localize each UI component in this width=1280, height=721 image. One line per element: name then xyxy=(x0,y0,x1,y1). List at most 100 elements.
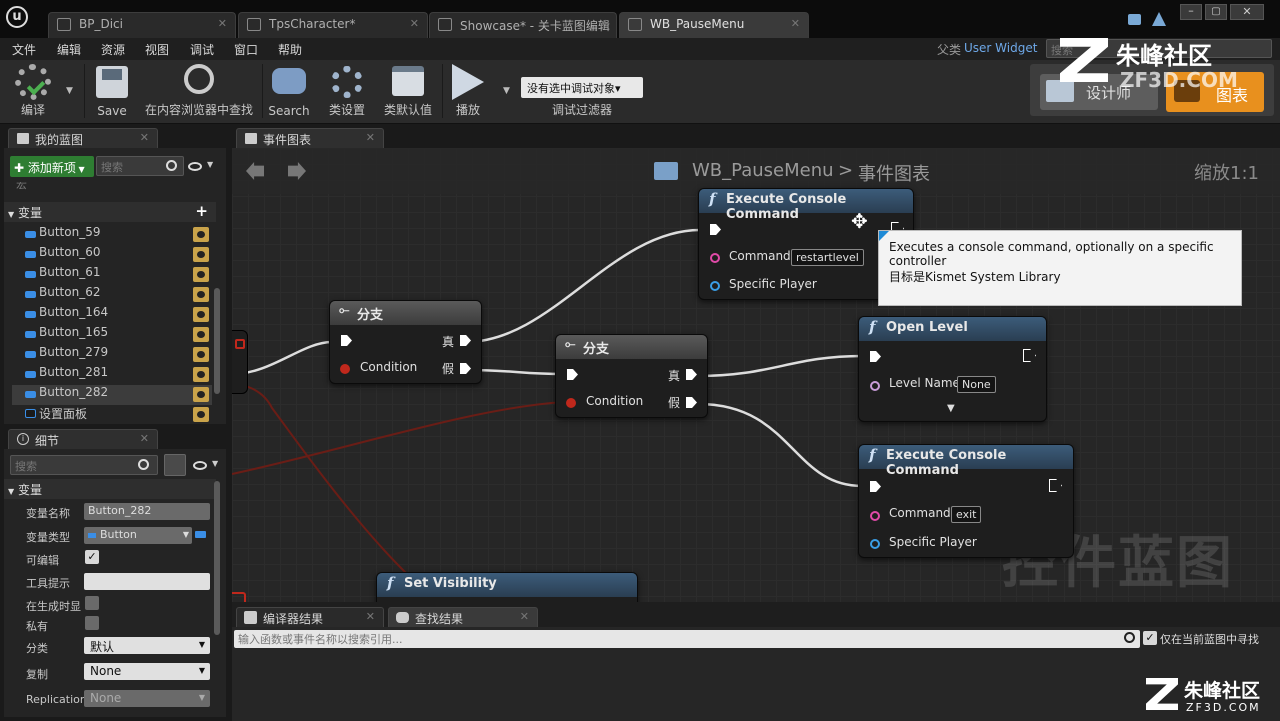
graph-canvas[interactable]: WB_PauseMenu > 事件图表 缩放1:1 控件蓝图 ⟜ 分支 Condi… xyxy=(232,148,1280,602)
false-exec-pin[interactable] xyxy=(460,363,471,374)
category-select[interactable]: 默认 ▼ xyxy=(84,637,210,654)
exec-in-pin[interactable] xyxy=(870,351,881,362)
eye-icon[interactable] xyxy=(193,407,209,422)
expose-on-spawn-checkbox[interactable] xyxy=(85,596,99,610)
command-pin[interactable] xyxy=(710,253,720,263)
eye-icon[interactable] xyxy=(193,347,209,362)
variable-row[interactable]: Button_62 xyxy=(12,285,212,305)
menu-asset[interactable]: 资源 xyxy=(101,41,125,58)
compile-dropdown[interactable]: ▼ xyxy=(66,86,73,96)
scrollbar[interactable] xyxy=(214,481,220,635)
expand-arrow-icon[interactable]: ▼ xyxy=(947,403,955,414)
notification-icon[interactable] xyxy=(1152,12,1166,26)
tab-find-results[interactable]: 查找结果 ✕ xyxy=(388,607,538,627)
chevron-down-icon[interactable]: ▼ xyxy=(207,160,213,169)
variable-row[interactable]: Button_60 xyxy=(12,245,212,265)
tab-bp-dici[interactable]: BP_Dici ✕ xyxy=(48,12,236,38)
eye-icon[interactable] xyxy=(193,367,209,382)
add-new-button[interactable]: ✚ 添加新项 ▼ xyxy=(10,156,94,177)
variable-row[interactable]: 设置面板 xyxy=(12,405,212,423)
close-window-button[interactable]: ✕ xyxy=(1230,4,1264,20)
close-icon[interactable]: ✕ xyxy=(140,432,149,445)
menu-file[interactable]: 文件 xyxy=(12,41,36,58)
play-dropdown[interactable]: ▼ xyxy=(503,86,510,96)
replication-condition-select[interactable]: None ▼ xyxy=(84,690,210,707)
editable-checkbox[interactable]: ✓ xyxy=(85,550,99,564)
tab-event-graph[interactable]: 事件图表 ✕ xyxy=(236,128,384,148)
find-search-input[interactable]: 输入函数或事件名称以搜索引用... xyxy=(234,630,1140,648)
variable-row[interactable]: Button_61 xyxy=(12,265,212,285)
maximize-button[interactable]: ▢ xyxy=(1205,4,1227,20)
search-icon[interactable] xyxy=(138,459,149,470)
close-icon[interactable]: ✕ xyxy=(140,131,149,144)
save-button[interactable]: Save xyxy=(88,60,136,122)
unreal-logo-icon[interactable]: u xyxy=(6,6,28,28)
eye-icon[interactable] xyxy=(193,247,209,262)
eye-icon[interactable] xyxy=(188,162,202,171)
execute-console-command-node-bottom[interactable]: f Execute Console Command Command exit Sp… xyxy=(858,444,1074,558)
eye-icon[interactable] xyxy=(193,307,209,322)
level-name-input[interactable]: None xyxy=(957,376,996,393)
menu-debug[interactable]: 调试 xyxy=(190,41,214,58)
find-in-content-browser-button[interactable]: 在内容浏览器中查找 xyxy=(140,60,258,122)
variable-row-selected[interactable]: Button_282 xyxy=(12,385,212,405)
variable-row[interactable]: Button_59 xyxy=(12,225,212,245)
chat-icon[interactable] xyxy=(1128,14,1141,25)
specific-player-pin[interactable] xyxy=(870,539,880,549)
search-icon[interactable] xyxy=(166,160,177,171)
scrollbar[interactable] xyxy=(214,288,220,394)
exec-in-pin[interactable] xyxy=(870,481,881,492)
true-exec-pin[interactable] xyxy=(460,335,471,346)
exec-out-pin[interactable] xyxy=(1049,479,1062,492)
exec-in-pin[interactable] xyxy=(710,224,721,235)
chevron-down-icon[interactable]: ▼ xyxy=(212,459,218,468)
true-exec-pin[interactable] xyxy=(686,369,697,380)
search-icon[interactable] xyxy=(1124,632,1135,643)
variable-row[interactable]: Button_281 xyxy=(12,365,212,385)
replication-select[interactable]: None ▼ xyxy=(84,663,210,680)
tab-level-blueprint[interactable]: Showcase* - 关卡蓝图编辑 ✕ xyxy=(429,12,617,38)
play-button[interactable]: 播放 xyxy=(444,60,492,122)
eye-icon[interactable] xyxy=(193,461,207,470)
offscreen-node-bottom[interactable] xyxy=(232,592,246,602)
class-defaults-button[interactable]: 类默认值 xyxy=(378,60,438,122)
close-icon[interactable]: ✕ xyxy=(791,17,800,30)
tab-tpscharacter[interactable]: TpsCharacter* ✕ xyxy=(238,12,428,38)
variables-section-header[interactable]: ▼ 变量 + xyxy=(4,202,216,222)
close-icon[interactable]: ✕ xyxy=(366,131,375,144)
eye-icon[interactable] xyxy=(193,287,209,302)
variable-row[interactable]: Button_279 xyxy=(12,345,212,365)
variable-type-select[interactable]: Button ▼ xyxy=(84,527,192,544)
eye-icon[interactable] xyxy=(193,387,209,402)
menu-view[interactable]: 视图 xyxy=(145,41,169,58)
add-variable-icon[interactable]: + xyxy=(195,202,208,220)
minimize-button[interactable]: – xyxy=(1180,4,1202,20)
tab-wb-pausemenu[interactable]: WB_PauseMenu ✕ xyxy=(619,12,809,38)
close-icon[interactable]: ✕ xyxy=(599,17,608,30)
level-name-pin[interactable] xyxy=(870,381,880,391)
set-visibility-node[interactable]: f Set Visibility xyxy=(376,572,638,602)
tab-compiler-results[interactable]: 编译器结果 ✕ xyxy=(236,607,384,627)
close-icon[interactable]: ✕ xyxy=(520,610,529,623)
grid-view-icon[interactable] xyxy=(164,454,186,476)
private-checkbox[interactable] xyxy=(85,616,99,630)
tab-my-blueprint[interactable]: 我的蓝图 ✕ xyxy=(8,128,158,148)
details-section-header[interactable]: ▼ 变量 xyxy=(4,479,216,499)
eye-icon[interactable] xyxy=(193,227,209,242)
variable-row[interactable]: Button_164 xyxy=(12,305,212,325)
open-level-node[interactable]: f Open Level Level Name None ▼ xyxy=(858,316,1047,422)
tooltip-input[interactable] xyxy=(84,573,210,590)
menu-help[interactable]: 帮助 xyxy=(278,41,302,58)
container-type-icon[interactable] xyxy=(195,531,206,538)
condition-pin[interactable] xyxy=(566,398,576,408)
debug-target-select[interactable]: 没有选中调试对象▾ xyxy=(521,77,643,98)
details-search-input[interactable]: 搜索 xyxy=(10,455,158,475)
exec-out-pin[interactable] xyxy=(1023,349,1036,362)
only-current-blueprint-checkbox[interactable]: ✓ xyxy=(1143,631,1157,645)
offscreen-node[interactable] xyxy=(232,330,248,394)
exec-in-pin[interactable] xyxy=(567,369,578,380)
specific-player-pin[interactable] xyxy=(710,281,720,291)
menu-edit[interactable]: 编辑 xyxy=(57,41,81,58)
compile-button[interactable]: 编译 xyxy=(4,60,62,122)
condition-pin[interactable] xyxy=(340,364,350,374)
